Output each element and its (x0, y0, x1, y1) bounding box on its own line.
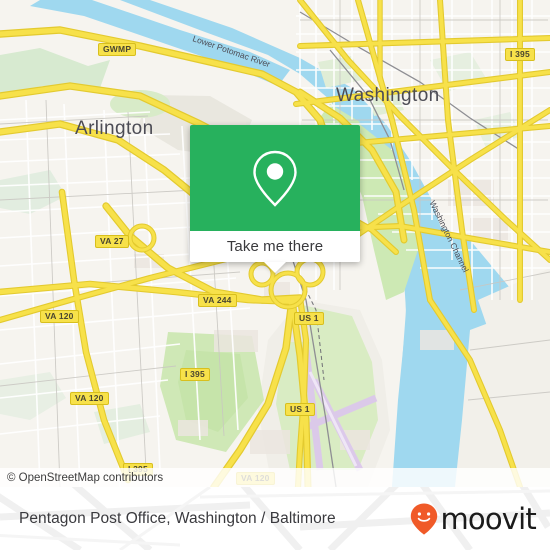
map-label-arlington: Arlington (75, 118, 154, 139)
popup-pointer (264, 262, 286, 273)
road-shield-va27: VA 27 (95, 235, 129, 248)
location-popup-card[interactable]: Take me there (190, 125, 360, 273)
popup-icon-area (190, 125, 360, 231)
map-attribution: © OpenStreetMap contributors (0, 468, 550, 487)
map-pin-icon (253, 150, 297, 207)
road-shield-gwmp: GWMP (98, 43, 137, 56)
road-shield-va120: VA 120 (70, 392, 109, 405)
road-shield-i395: I 395 (505, 48, 535, 61)
moovit-wordmark: moovit (440, 501, 536, 536)
map-label-washington: Washington (336, 85, 440, 106)
take-me-there-button[interactable]: Take me there (190, 231, 360, 262)
moovit-pin-smile-icon (411, 503, 438, 535)
road-shield-i395: I 395 (180, 368, 210, 381)
screenshot-root: Arlington Washington Lower Potomac River… (0, 0, 550, 550)
moovit-logo[interactable]: moovit (409, 501, 537, 536)
map-canvas[interactable]: Arlington Washington Lower Potomac River… (0, 0, 550, 487)
page-title: Pentagon Post Office, Washington / Balti… (19, 509, 336, 527)
road-shield-va120: VA 120 (40, 310, 79, 323)
road-shield-us1: US 1 (285, 403, 315, 416)
attribution-text: © OpenStreetMap contributors (7, 471, 164, 484)
footer-bar: Pentagon Post Office, Washington / Balti… (0, 487, 550, 550)
road-shield-us1: US 1 (294, 312, 324, 325)
road-shield-va244: VA 244 (198, 294, 237, 307)
